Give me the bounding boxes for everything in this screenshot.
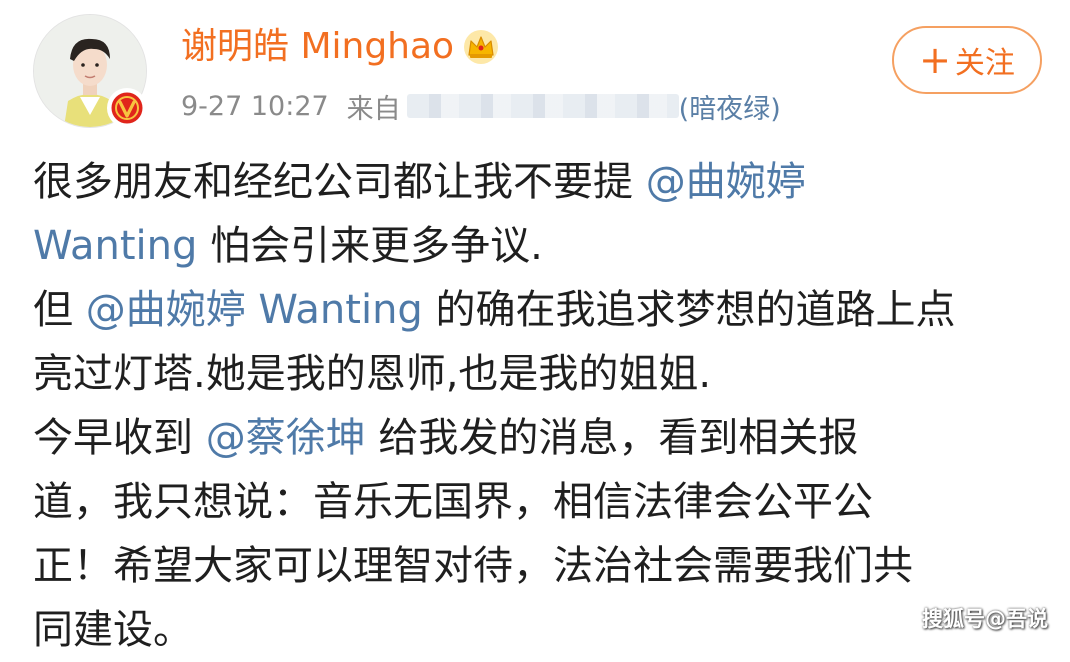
plus-icon: + [919,38,951,82]
content-line: 同建设。 [33,598,1053,662]
mention-link[interactable]: @曲婉婷 [646,159,806,205]
content-text: 今早收到 [33,415,206,461]
author-name[interactable]: 谢明皓 Minghao [181,22,454,72]
content-text: 很多朋友和经纪公司都让我不要提 [33,159,646,205]
content-text: 同建设。 [33,607,193,653]
content-text: 但 [33,287,86,333]
blurred-source [406,94,679,118]
mention-link[interactable]: @曲婉婷 Wanting [86,287,423,333]
crown-icon[interactable] [462,29,500,65]
content-text: 道，我只想说：音乐无国界，相信法律会公平公 [33,479,873,525]
username-row: 谢明皓 Minghao [181,22,500,72]
content-line: 很多朋友和经纪公司都让我不要提 @曲婉婷 [33,150,1053,214]
source-prefix: 来自 [346,93,401,125]
follow-label: 关注 [954,46,1015,81]
content-line: 正！希望大家可以理智对待，法治社会需要我们共 [33,534,1053,598]
verified-badge [107,88,147,128]
source-device[interactable]: (暗夜绿) [679,87,781,126]
follow-button[interactable]: + 关注 [892,26,1042,94]
content-line: 亮过灯塔.她是我的恩师,也是我的姐姐. [33,342,1053,406]
content-text: 怕会引来更多争议. [197,223,543,269]
content-text: 亮过灯塔.她是我的恩师,也是我的姐姐. [33,351,712,397]
content-line: Wanting 怕会引来更多争议. [33,214,1053,278]
content-line: 道，我只想说：音乐无国界，相信法律会公平公 [33,470,1053,534]
content-text: 给我发的消息，看到相关报 [365,415,859,461]
mention-link[interactable]: Wanting [33,223,197,269]
watermark: 搜狐号@吾说 [922,607,1048,631]
content-text: 正！希望大家可以理智对待，法治社会需要我们共 [33,543,913,589]
verified-v-icon [108,89,146,127]
post-meta: 9-27 10:27 来自 (暗夜绿) [181,86,781,126]
content-text: 的确在我追求梦想的道路上点 [422,287,956,333]
mention-link[interactable]: @蔡徐坤 [206,415,366,461]
content-line: 今早收到 @蔡徐坤 给我发的消息，看到相关报 [33,406,1053,470]
post-time[interactable]: 9-27 10:27 [181,91,329,122]
content-line: 但 @曲婉婷 Wanting 的确在我追求梦想的道路上点 [33,278,1053,342]
post-content: 很多朋友和经纪公司都让我不要提 @曲婉婷 Wanting 怕会引来更多争议. 但… [33,150,1053,662]
